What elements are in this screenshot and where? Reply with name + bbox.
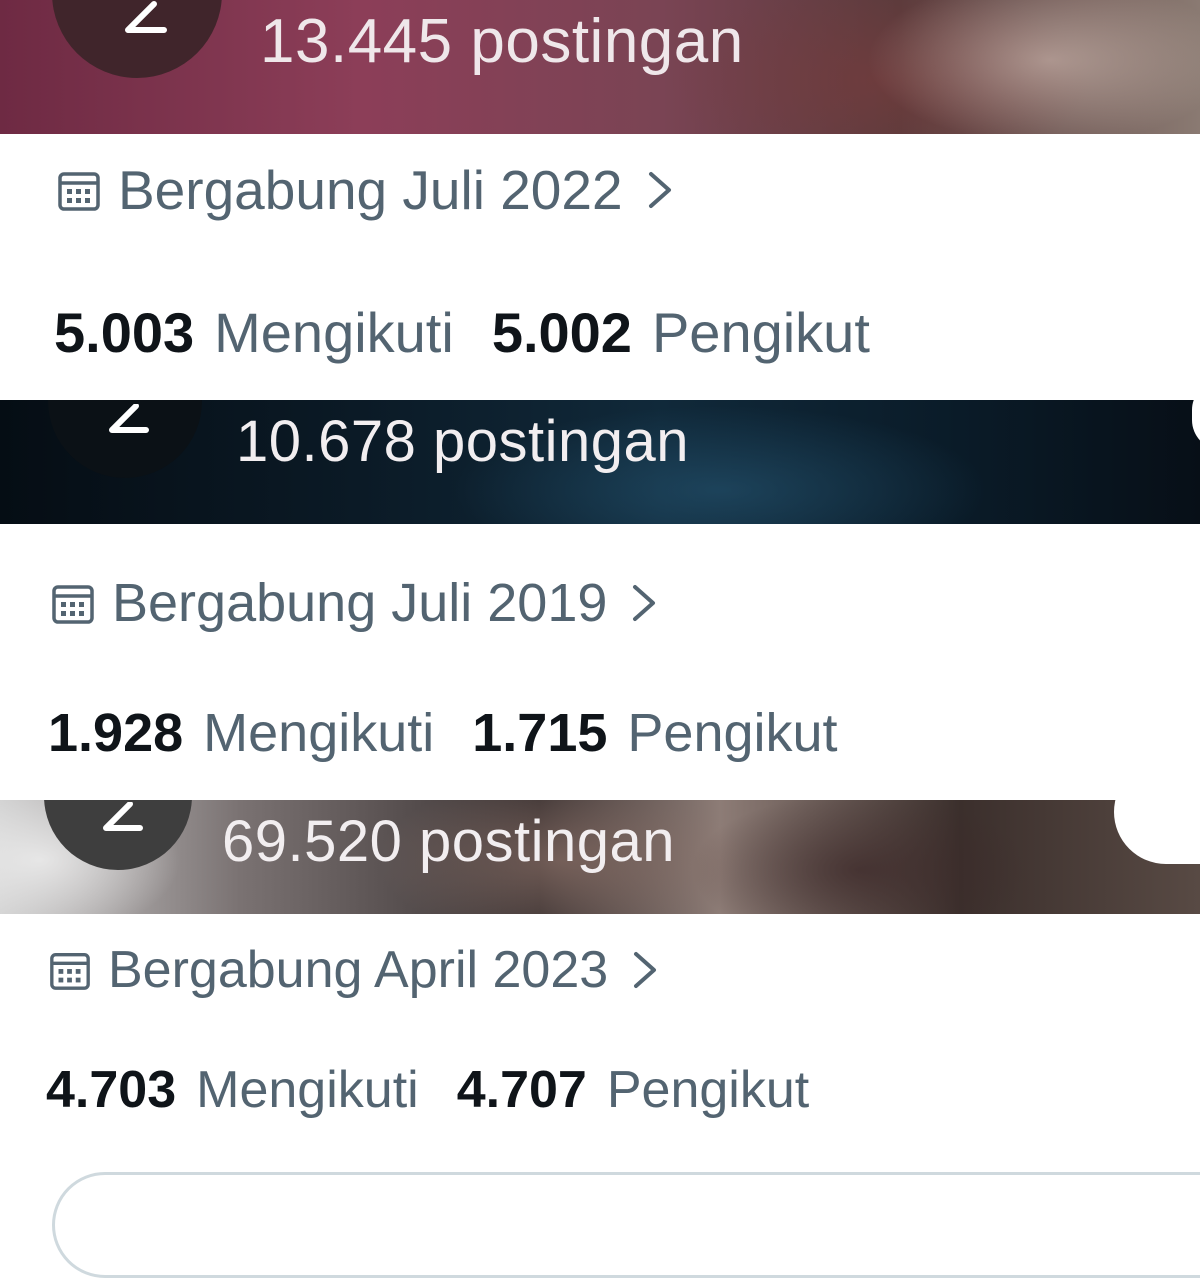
followers-link[interactable]: 5.002 Pengikut <box>492 300 870 365</box>
joined-date-text: Bergabung April 2023 <box>108 941 609 999</box>
followers-count: 4.707 <box>456 1061 587 1119</box>
following-count: 4.703 <box>46 1061 177 1119</box>
post-count: 69.520 postingan <box>222 809 676 874</box>
following-label: Mengikuti <box>214 301 454 364</box>
joined-date[interactable]: Bergabung Juli 2019 <box>50 572 659 634</box>
back-button[interactable] <box>44 800 192 870</box>
joined-date[interactable]: Bergabung April 2023 <box>48 940 660 1000</box>
follow-stats: 1.928 Mengikuti 1.715 Pengikut <box>48 702 838 764</box>
joined-date-text: Bergabung Juli 2019 <box>112 573 608 633</box>
followers-count: 1.715 <box>472 703 608 763</box>
bottom-card-edge <box>52 1172 1200 1278</box>
follow-stats: 4.703 Mengikuti 4.707 Pengikut <box>46 1060 809 1120</box>
followers-count: 5.002 <box>491 301 632 364</box>
calendar-icon <box>56 167 102 213</box>
chevron-right-icon <box>630 948 660 992</box>
back-arrow-icon <box>103 802 143 831</box>
following-count: 1.928 <box>48 703 184 763</box>
joined-date[interactable]: Bergabung Juli 2022 <box>56 158 675 222</box>
following-link[interactable]: 5.003 Mengikuti <box>54 300 454 365</box>
following-label: Mengikuti <box>203 703 435 763</box>
chevron-right-icon <box>645 168 675 212</box>
header-action-button[interactable] <box>1114 800 1200 864</box>
followers-link[interactable]: 4.707 Pengikut <box>457 1060 810 1120</box>
following-link[interactable]: 1.928 Mengikuti <box>48 702 434 764</box>
calendar-icon <box>48 948 92 992</box>
back-arrow-icon <box>109 404 149 433</box>
following-link[interactable]: 4.703 Mengikuti <box>46 1060 419 1120</box>
back-arrow-icon <box>125 1 167 33</box>
following-label: Mengikuti <box>196 1061 419 1119</box>
follow-stats: 5.003 Mengikuti 5.002 Pengikut <box>54 300 870 365</box>
header-action-button[interactable] <box>1192 400 1200 450</box>
followers-label: Pengikut <box>627 703 838 763</box>
followers-link[interactable]: 1.715 Pengikut <box>472 702 837 764</box>
profile-header-banner: 13.445 postingan <box>0 0 1200 134</box>
post-count: 10.678 postingan <box>236 409 690 474</box>
profile-header-banner: 69.520 postingan <box>0 800 1200 914</box>
post-count: 13.445 postingan <box>260 7 744 76</box>
followers-label: Pengikut <box>651 301 870 364</box>
back-button[interactable] <box>52 0 222 78</box>
following-count: 5.003 <box>54 301 195 364</box>
profile-header-banner: 10.678 postingan <box>0 400 1200 524</box>
followers-label: Pengikut <box>606 1061 810 1119</box>
joined-date-text: Bergabung Juli 2022 <box>118 159 623 221</box>
calendar-icon <box>50 580 96 626</box>
back-button[interactable] <box>48 400 202 478</box>
chevron-right-icon <box>629 581 659 625</box>
